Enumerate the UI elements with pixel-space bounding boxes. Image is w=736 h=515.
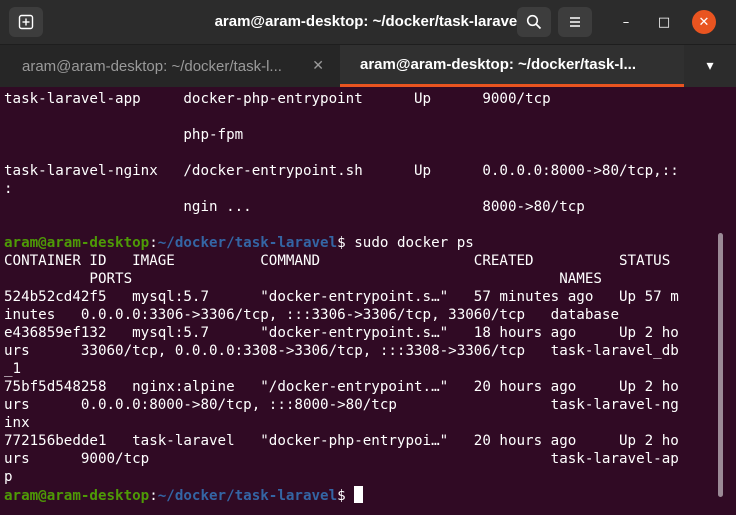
minimize-icon: – <box>622 14 630 30</box>
tab-label: aram@aram-desktop: ~/docker/task-l... <box>22 57 282 75</box>
search-button[interactable] <box>517 7 551 37</box>
table-header: CONTAINER ID IMAGE COMMAND CREATED STATU… <box>4 253 671 269</box>
prompt-user-host: aram@aram-desktop <box>4 488 150 504</box>
minimize-button[interactable]: – <box>614 10 638 34</box>
table-row: urs 0.0.0.0:8000->80/tcp, :::8000->80/tc… <box>4 397 679 413</box>
tab-label: aram@aram-desktop: ~/docker/task-l... <box>360 56 636 73</box>
close-window-button[interactable]: ✕ <box>692 10 716 34</box>
output-line: task-laravel-app docker-php-entrypoint U… <box>4 91 551 107</box>
output-line: : <box>4 181 13 197</box>
chevron-down-icon: ▾ <box>706 58 714 74</box>
prompt-user-host: aram@aram-desktop <box>4 235 150 251</box>
title-bar: aram@aram-desktop: ~/docker/task-laravel… <box>0 0 736 45</box>
tab-2-active[interactable]: aram@aram-desktop: ~/docker/task-l... <box>340 45 684 87</box>
prompt-symbol: $ <box>337 235 355 251</box>
prompt-symbol: $ <box>337 488 355 504</box>
table-row: 524b52cd42f5 mysql:5.7 "docker-entrypoin… <box>4 289 679 305</box>
menu-button[interactable] <box>558 7 592 37</box>
table-row: _1 <box>4 361 22 377</box>
table-row: urs 33060/tcp, 0.0.0.0:3308->3306/tcp, :… <box>4 343 679 359</box>
terminal-output[interactable]: task-laravel-app docker-php-entrypoint U… <box>0 88 720 515</box>
table-header: PORTS NAMES <box>4 271 602 287</box>
table-row: 75bf5d548258 nginx:alpine "/docker-entry… <box>4 379 679 395</box>
table-row: p <box>4 469 13 485</box>
prompt-separator: : <box>149 235 158 251</box>
active-prompt[interactable]: aram@aram-desktop:~/docker/task-laravel$ <box>4 486 364 505</box>
tab-close-icon[interactable]: ✕ <box>312 58 324 74</box>
maximize-button[interactable]: □ <box>652 10 676 34</box>
prompt-path: ~/docker/task-laravel <box>157 235 338 251</box>
tab-bar: aram@aram-desktop: ~/docker/task-l... ✕ … <box>0 45 736 87</box>
table-row: 772156bedde1 task-laravel "docker-php-en… <box>4 433 679 449</box>
output-line: php-fpm <box>4 127 244 143</box>
prompt-path: ~/docker/task-laravel <box>157 488 338 504</box>
output-line: task-laravel-nginx /docker-entrypoint.sh… <box>4 163 679 179</box>
prompt-separator: : <box>149 488 158 504</box>
table-row: e436859ef132 mysql:5.7 "docker-entrypoin… <box>4 325 679 341</box>
command-line: aram@aram-desktop:~/docker/task-laravel$… <box>4 234 474 252</box>
tab-1[interactable]: aram@aram-desktop: ~/docker/task-l... ✕ <box>0 45 340 87</box>
maximize-icon: □ <box>657 14 671 30</box>
scrollbar[interactable] <box>718 233 723 497</box>
table-row: inutes 0.0.0.0:3306->3306/tcp, :::3306->… <box>4 307 619 323</box>
command-text: sudo docker ps <box>354 235 474 251</box>
hamburger-menu-icon <box>570 17 580 27</box>
table-row: urs 9000/tcp task-laravel-ap <box>4 451 679 467</box>
tab-list-dropdown[interactable]: ▾ <box>684 45 736 87</box>
close-icon: ✕ <box>698 14 710 30</box>
search-icon <box>526 14 542 30</box>
text-cursor <box>354 486 364 503</box>
table-row: inx <box>4 415 30 431</box>
output-line: ngin ... 8000->80/tcp <box>4 199 585 215</box>
